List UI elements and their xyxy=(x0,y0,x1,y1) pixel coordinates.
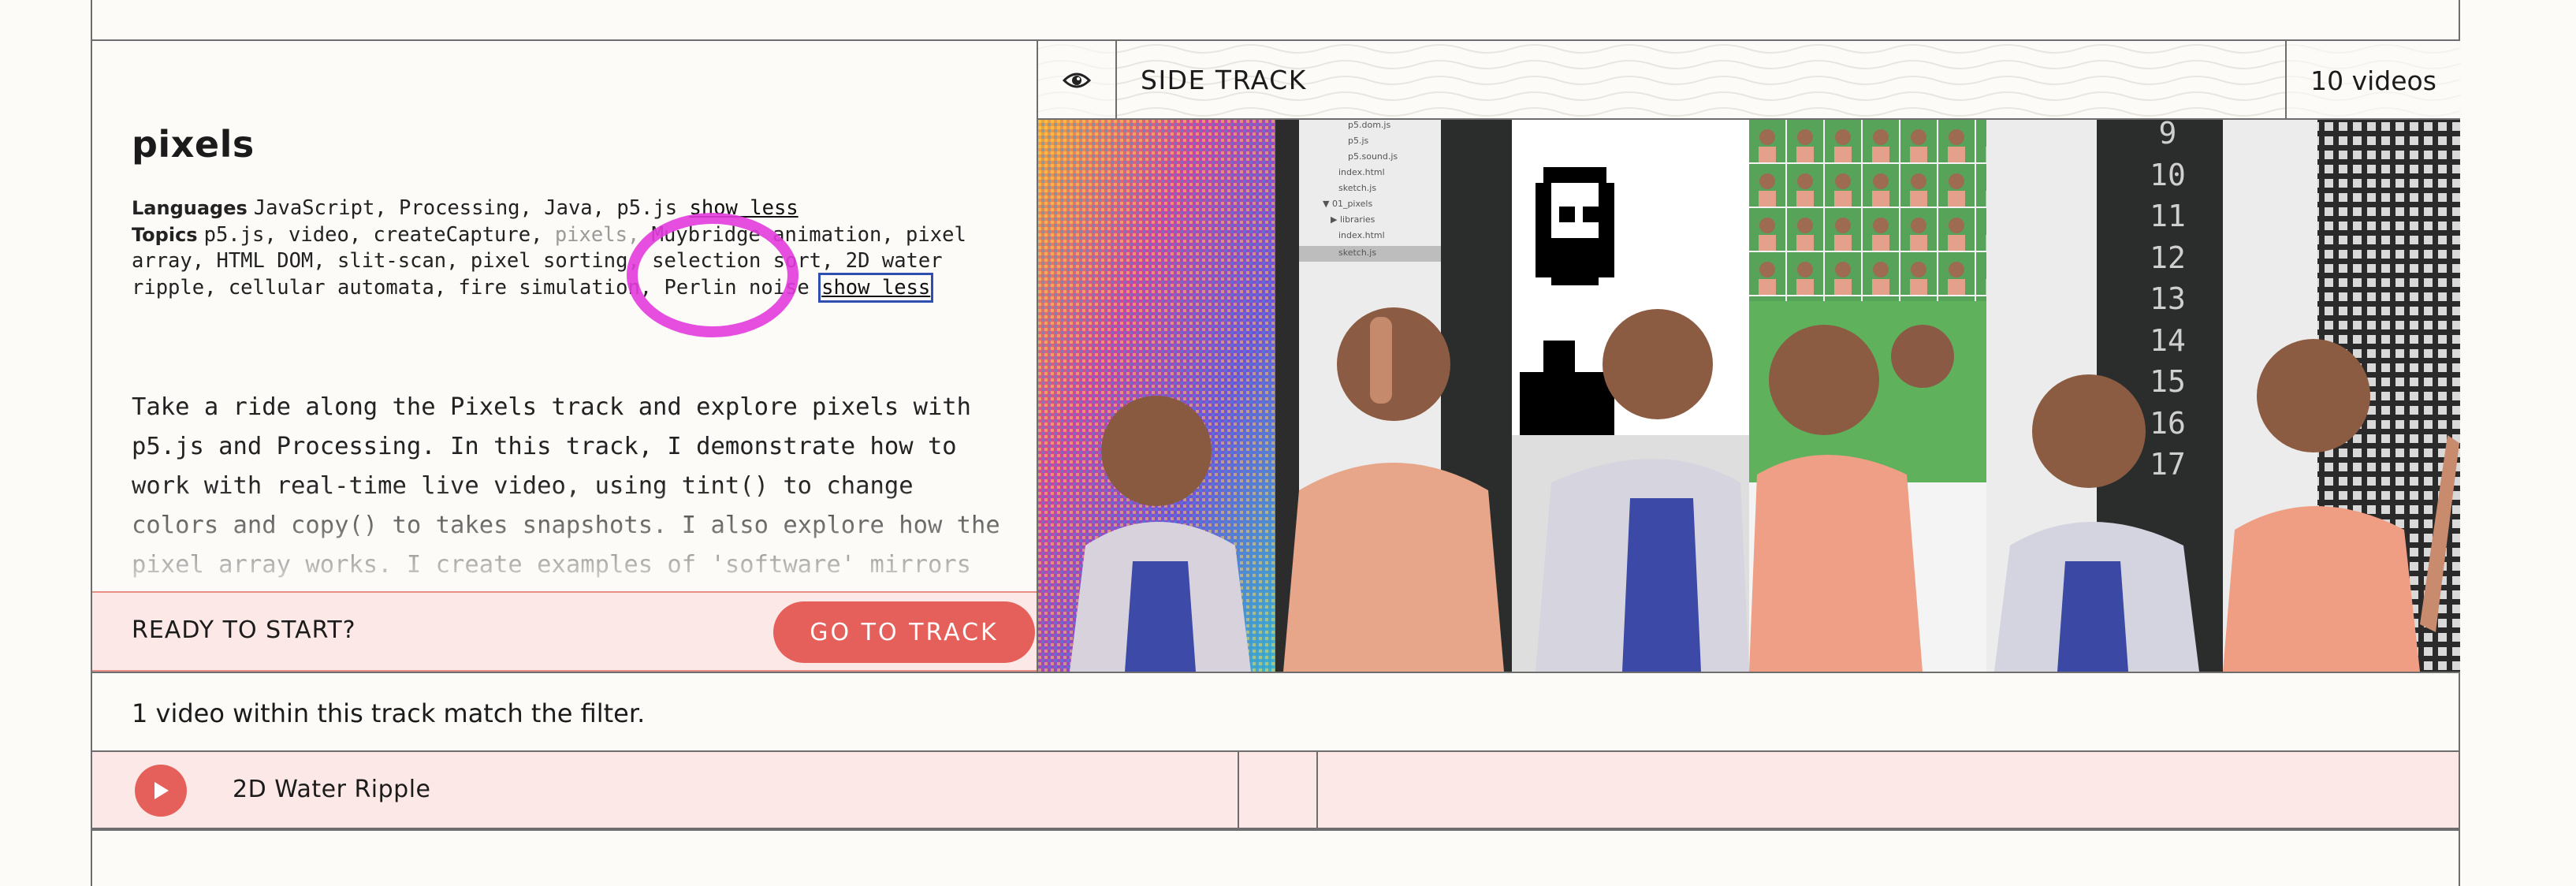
track-header: SIDE TRACK 10 videos xyxy=(1037,41,2460,120)
video-row-divider xyxy=(1238,752,1239,829)
track-meta: Languages JavaScript, Processing, Java, p… xyxy=(132,195,1014,303)
track-title: pixels xyxy=(132,123,255,166)
bottom-divider xyxy=(91,829,2460,831)
video-count: 10 videos xyxy=(2285,41,2460,118)
svg-text:12: 12 xyxy=(2150,240,2186,275)
track-info-panel: pixels Languages JavaScript, Processing, … xyxy=(92,41,1037,591)
languages-value: JavaScript, Processing, Java, p5.js xyxy=(253,196,678,220)
eye-icon xyxy=(1063,73,1091,88)
go-to-track-button[interactable]: GO TO TRACK xyxy=(773,601,1035,663)
svg-text:p5.sound.js: p5.sound.js xyxy=(1348,151,1398,162)
svg-text:p5.dom.js: p5.dom.js xyxy=(1348,120,1390,130)
thumbnail-pixel-face xyxy=(1512,120,1750,672)
svg-text:11: 11 xyxy=(2150,199,2186,233)
ready-label: READY TO START? xyxy=(132,616,356,644)
svg-text:index.html: index.html xyxy=(1338,230,1385,240)
svg-text:14: 14 xyxy=(2150,323,2186,358)
topics-row: Topics p5.js, video, createCapture, pixel… xyxy=(132,222,1014,303)
filter-result-text: 1 video within this track match the filt… xyxy=(132,698,646,728)
highlight-circle-annotation xyxy=(627,213,798,337)
svg-text:9: 9 xyxy=(2158,120,2176,151)
thumbnail-dot-mosaic xyxy=(2223,120,2460,672)
play-button[interactable] xyxy=(135,765,187,817)
topics-before: p5.js, video, createCapture, xyxy=(203,222,543,247)
video-row[interactable]: 2D Water Ripple xyxy=(92,750,2459,829)
toggle-visibility-button[interactable] xyxy=(1038,41,1117,118)
languages-row: Languages JavaScript, Processing, Java, p… xyxy=(132,195,1014,222)
topic-pixels-highlighted: pixels, xyxy=(554,222,640,247)
thumbnail-strip[interactable]: p5.dom.js p5.js p5.sound.js index.html sket… xyxy=(1037,120,2460,672)
svg-text:16: 16 xyxy=(2150,406,2186,441)
track-type-label: SIDE TRACK xyxy=(1141,65,1307,95)
thumbnail-code-sidebar: p5.dom.js p5.js p5.sound.js index.html sket… xyxy=(1275,120,1513,672)
svg-text:▼ 01_pixels: ▼ 01_pixels xyxy=(1323,199,1372,209)
svg-text:p5.js: p5.js xyxy=(1348,136,1369,146)
video-row-divider xyxy=(1316,752,1318,829)
svg-text:17: 17 xyxy=(2150,447,2186,482)
svg-text:10: 10 xyxy=(2150,158,2186,192)
topics-label: Topics xyxy=(132,223,198,246)
ready-bar: READY TO START? GO TO TRACK xyxy=(92,591,1037,672)
topics-show-less-link[interactable]: show less xyxy=(818,272,934,303)
play-icon xyxy=(154,782,169,799)
track-card-bottom-divider xyxy=(91,672,2460,673)
track-description: Take a ride along the Pixels track and e… xyxy=(132,393,1000,591)
svg-text:sketch.js: sketch.js xyxy=(1338,183,1376,193)
video-title: 2D Water Ripple xyxy=(233,776,431,803)
svg-text:15: 15 xyxy=(2150,364,2186,399)
svg-text:13: 13 xyxy=(2150,281,2186,316)
languages-label: Languages xyxy=(132,197,248,219)
thumbnail-line-numbers: 9 10 11 12 13 14 15 16 17 xyxy=(1986,120,2224,672)
thumbnail-green-grid xyxy=(1749,120,1986,672)
svg-text:index.html: index.html xyxy=(1338,167,1385,177)
svg-text:sketch.js: sketch.js xyxy=(1338,248,1376,258)
thumbnail-rainbow-noise xyxy=(1038,120,1275,672)
svg-text:▶ libraries: ▶ libraries xyxy=(1331,214,1375,225)
